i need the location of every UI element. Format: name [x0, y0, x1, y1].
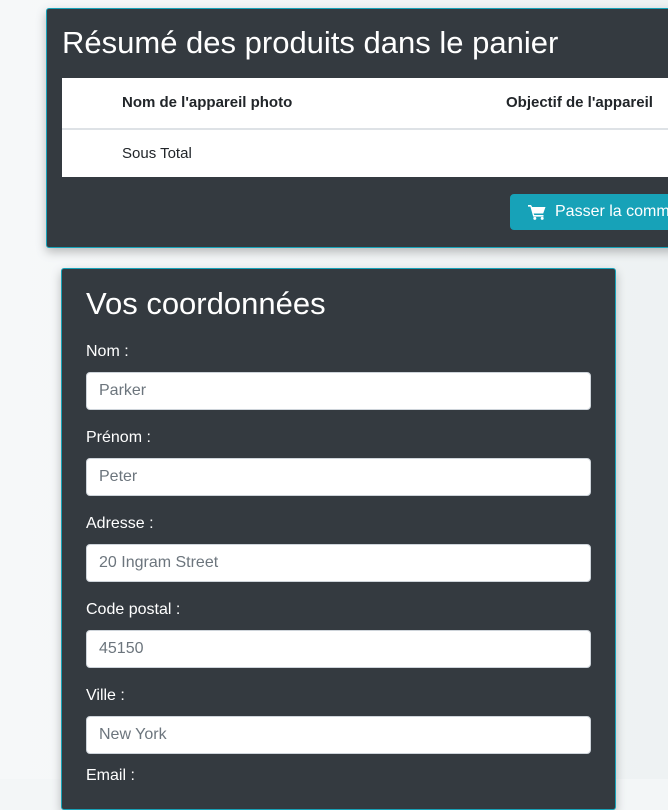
cart-summary-title: Résumé des produits dans le panier [62, 25, 559, 60]
address-label: Adresse : [86, 515, 154, 532]
cart-subtotal-row: Sous Total [62, 130, 668, 177]
postal-code-label: Code postal : [86, 601, 181, 618]
last-name-label: Nom : [86, 343, 129, 360]
shopping-cart-icon [528, 205, 546, 220]
address-input[interactable] [86, 544, 591, 582]
place-order-button[interactable]: Passer la comm [510, 194, 668, 230]
first-name-input[interactable] [86, 458, 591, 496]
cart-summary-card: Résumé des produits dans le panier Nom d… [46, 8, 668, 248]
cart-table-header: Nom de l'appareil photo Objectif de l'ap… [62, 78, 668, 130]
cart-table: Nom de l'appareil photo Objectif de l'ap… [62, 78, 668, 177]
last-name-input[interactable] [86, 372, 591, 410]
city-label: Ville : [86, 687, 125, 704]
email-label: Email : [86, 767, 135, 784]
first-name-label: Prénom : [86, 429, 151, 446]
subtotal-label: Sous Total [122, 145, 192, 162]
column-header-camera-lens: Objectif de l'appareil [506, 94, 653, 111]
coordinates-card: Vos coordonnées Nom : Prénom : Adresse :… [61, 268, 616, 810]
column-header-camera-name: Nom de l'appareil photo [122, 94, 293, 111]
place-order-label: Passer la comm [555, 203, 668, 220]
coordinates-title: Vos coordonnées [86, 286, 326, 321]
postal-code-input[interactable] [86, 630, 591, 668]
city-input[interactable] [86, 716, 591, 754]
